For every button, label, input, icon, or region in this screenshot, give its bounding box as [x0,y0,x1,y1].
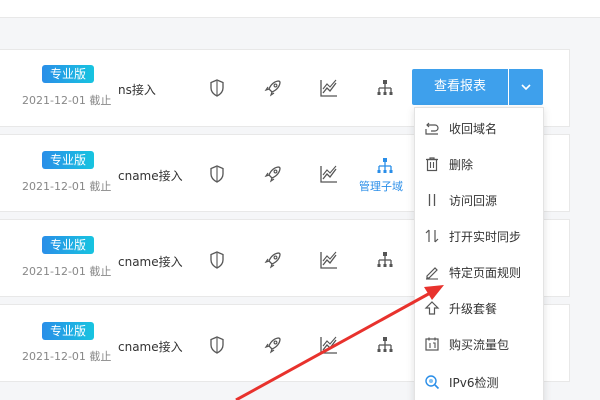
plan-badge: 专业版 [42,322,94,340]
origin-icon [424,192,440,208]
menu-item-access-origin[interactable]: 访问回源 [415,182,543,218]
subdomain-tree-icon[interactable] [375,78,395,98]
more-actions-menu: 收回域名 删除 访问回源 打开实时同步 特定页面规则 升级套餐 购买流量包 IP… [414,107,544,400]
chevron-down-icon [521,84,531,91]
menu-item-enable-realtime-sync[interactable]: 打开实时同步 [415,218,543,254]
menu-item-page-rules[interactable]: 特定页面规则 [415,254,543,290]
trend-chart-icon[interactable] [319,335,339,355]
search-ipv6-icon [424,374,440,390]
plan-badge: 专业版 [42,151,94,169]
menu-item-label: 打开实时同步 [449,230,522,244]
menu-item-ipv6-check[interactable]: IPv6检测 [415,364,543,400]
access-type: cname接入 [118,340,183,354]
domain-list-page: 专业版 2021-12-01 截止 ns接入 专业版 2021-12-01 截止… [0,0,600,400]
menu-item-label: 特定页面规则 [449,266,522,280]
upgrade-arrow-icon [424,300,440,316]
more-actions-dropdown-button[interactable] [509,69,543,105]
plan-badge: 专业版 [42,236,94,254]
access-type: ns接入 [118,83,156,97]
menu-item-label: IPv6检测 [449,376,499,390]
shield-icon[interactable] [207,335,227,355]
menu-item-label: 删除 [449,158,474,172]
shield-icon[interactable] [207,78,227,98]
menu-item-buy-traffic-package[interactable]: 购买流量包 [415,326,543,362]
expiry-date: 2021-12-01 截止 [22,350,112,363]
rocket-icon[interactable] [263,335,283,355]
menu-item-label: 收回域名 [449,122,498,136]
menu-item-reclaim-domain[interactable]: 收回域名 [415,110,543,146]
subdomain-tree-icon[interactable] [375,156,395,176]
shield-icon[interactable] [207,250,227,270]
subdomain-tree-icon[interactable] [375,335,395,355]
expiry-date: 2021-12-01 截止 [22,265,112,278]
menu-item-upgrade-plan[interactable]: 升级套餐 [415,290,543,326]
rocket-icon[interactable] [263,164,283,184]
subdomain-tree-icon[interactable] [375,250,395,270]
calendar-icon [424,336,440,352]
trash-icon [424,156,440,172]
menu-item-label: 购买流量包 [449,338,510,352]
view-report-button[interactable]: 查看报表 [412,69,508,105]
manage-subdomain-link[interactable]: 管理子域 [359,178,403,194]
rocket-icon[interactable] [263,78,283,98]
access-type: cname接入 [118,255,183,269]
trend-chart-icon[interactable] [319,78,339,98]
undo-icon [424,120,440,136]
access-type: cname接入 [118,169,183,183]
pencil-icon [424,264,440,280]
rocket-icon[interactable] [263,250,283,270]
menu-item-delete[interactable]: 删除 [415,146,543,182]
expiry-date: 2021-12-01 截止 [22,180,112,193]
trend-chart-icon[interactable] [319,164,339,184]
expiry-date: 2021-12-01 截止 [22,94,112,107]
sync-icon [424,228,440,244]
shield-icon[interactable] [207,164,227,184]
top-row-edge [0,0,600,18]
plan-badge: 专业版 [42,65,94,83]
menu-item-label: 升级套餐 [449,302,498,316]
menu-item-label: 访问回源 [449,194,498,208]
trend-chart-icon[interactable] [319,250,339,270]
